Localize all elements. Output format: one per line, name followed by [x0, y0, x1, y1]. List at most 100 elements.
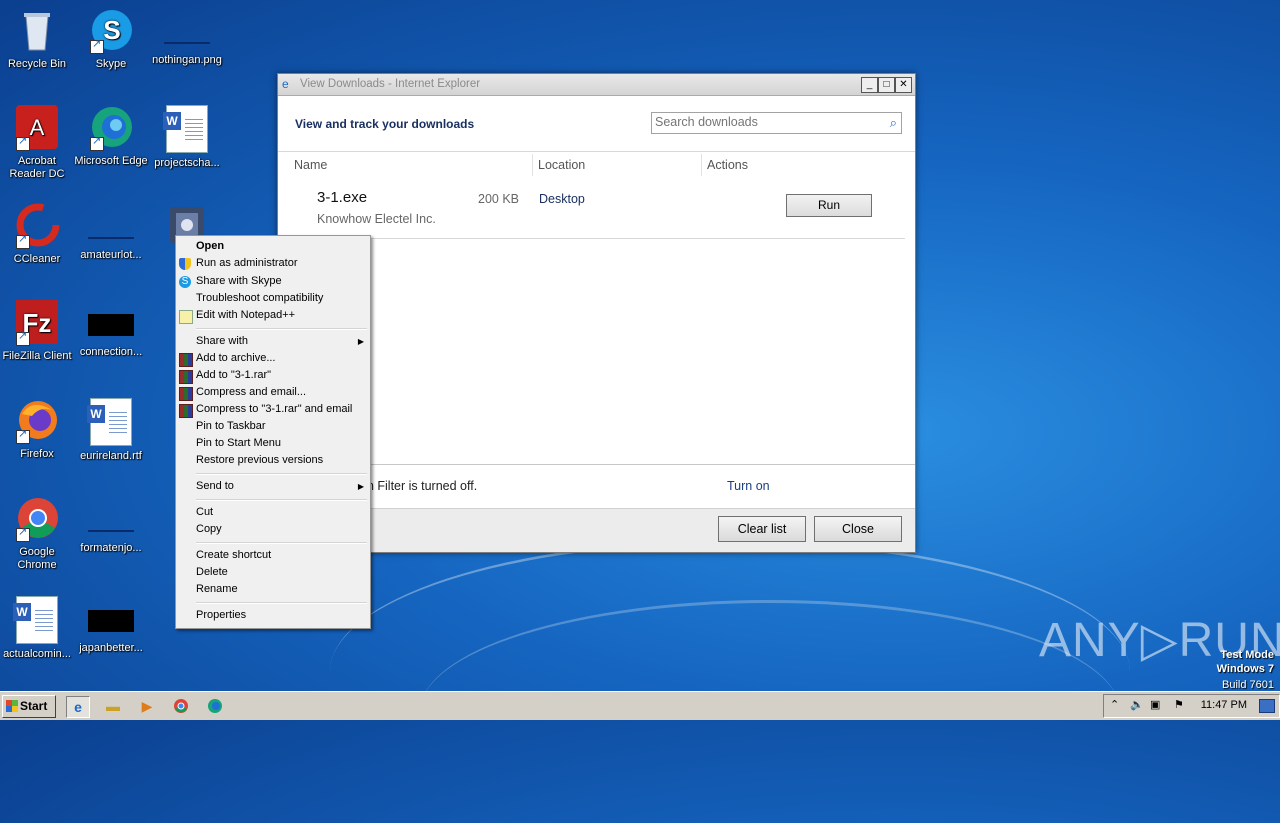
svg-text:S: S [103, 15, 120, 45]
start-button[interactable]: Start [2, 695, 56, 718]
submenu-arrow-icon: ▶ [357, 337, 364, 346]
menu-separator [196, 328, 367, 330]
close-button[interactable]: Close [814, 516, 902, 542]
menu-item-properties[interactable]: Properties [176, 607, 370, 624]
menu-item-pin-start[interactable]: Pin to Start Menu [176, 435, 370, 452]
window-footer: Clear list Close [278, 508, 915, 552]
menu-item-compress-rar-email[interactable]: Compress to "3-1.rar" and email [176, 401, 370, 418]
menu-item-open[interactable]: Open [176, 238, 370, 255]
notepad-icon [179, 310, 193, 324]
menu-item-share-skype[interactable]: S Share with Skype [176, 273, 370, 290]
search-icon[interactable]: ⌕ [890, 115, 897, 131]
edge-icon [88, 105, 134, 151]
recycle-bin-icon [14, 8, 60, 54]
column-name[interactable]: Name [294, 158, 327, 172]
desktop-icon-projectscha[interactable]: W projectscha... [150, 105, 224, 170]
desktop-icon-recycle-bin[interactable]: Recycle Bin [0, 8, 74, 71]
taskbar-internet-explorer-icon[interactable]: e [66, 696, 90, 718]
menu-item-add-to-rar[interactable]: Add to "3-1.rar" [176, 367, 370, 384]
menu-item-rename[interactable]: Rename [176, 581, 370, 598]
winrar-icon [179, 370, 193, 384]
column-actions[interactable]: Actions [707, 158, 748, 172]
menu-item-add-archive[interactable]: Add to archive... [176, 350, 370, 367]
menu-item-run-as-admin[interactable]: Run as administrator [176, 255, 370, 272]
file-icon [88, 510, 134, 532]
desktop-icon-amateurlot[interactable]: amateurlot... [74, 203, 148, 262]
action-center-flag-icon[interactable]: ⚑ [1174, 698, 1184, 711]
ccleaner-icon [14, 203, 60, 249]
downloads-heading: View and track your downloads [295, 117, 475, 131]
windows-version-label: Windows 7 [1216, 663, 1274, 675]
menu-item-pin-taskbar[interactable]: Pin to Taskbar [176, 418, 370, 435]
menu-item-compress-email[interactable]: Compress and email... [176, 384, 370, 401]
system-tray: ⌃ 🔈 ▣ ⚑ 11:47 PM [1103, 694, 1280, 718]
word-doc-icon: W [87, 398, 132, 446]
column-location[interactable]: Location [538, 158, 585, 172]
column-divider[interactable] [532, 154, 533, 176]
menu-item-delete[interactable]: Delete [176, 564, 370, 581]
menu-item-copy[interactable]: Copy [176, 521, 370, 538]
desktop-icon-formatenjo[interactable]: formatenjo... [74, 496, 148, 555]
view-downloads-window: e View Downloads - Internet Explorer _ □… [277, 73, 916, 553]
taskbar-edge-icon[interactable] [204, 696, 226, 716]
download-filename: 3-1.exe [317, 189, 368, 206]
desktop-icon-actualcomin[interactable]: W actualcomin... [0, 596, 74, 661]
desktop-icon-connection[interactable]: connection... [74, 300, 148, 359]
test-mode-label: Test Mode [1220, 649, 1274, 661]
taskbar: Start e ▬ ▶ ⌃ 🔈 ▣ ⚑ 11:47 PM [0, 691, 1280, 720]
window-titlebar[interactable]: e View Downloads - Internet Explorer _ □… [278, 74, 915, 96]
taskbar-chrome-icon[interactable] [170, 696, 192, 716]
minimize-button[interactable]: _ [861, 77, 878, 93]
volume-icon[interactable]: 🔈 [1130, 698, 1144, 711]
window-title: View Downloads - Internet Explorer [300, 78, 481, 90]
menu-separator [196, 602, 367, 604]
svg-text:A: A [30, 115, 45, 140]
menu-item-notepadpp[interactable]: Edit with Notepad++ [176, 307, 370, 324]
download-row[interactable]: 3-1.exe Knowhow Electel Inc. 200 KB Desk… [288, 182, 905, 239]
search-input[interactable] [652, 113, 875, 131]
taskbar-media-player-icon[interactable]: ▶ [136, 696, 158, 716]
show-desktop-icon[interactable] [1259, 699, 1275, 713]
desktop-icon-japanbetter[interactable]: japanbetter... [74, 596, 148, 655]
desktop-icon-filezilla[interactable]: Fz FileZilla Client [0, 300, 74, 363]
desktop-icon-edge[interactable]: Microsoft Edge [74, 105, 148, 168]
menu-item-restore-versions[interactable]: Restore previous versions [176, 452, 370, 469]
desktop-icon-chrome[interactable]: Google Chrome [0, 496, 74, 572]
menu-item-share-with[interactable]: Share with ▶ [176, 333, 370, 350]
desktop-icon-eurireland[interactable]: W eurireland.rtf [74, 398, 148, 463]
word-doc-icon: W [163, 105, 208, 153]
download-publisher: Knowhow Electel Inc. [317, 212, 436, 226]
column-headers: Name Location Actions [278, 152, 915, 180]
winrar-icon [179, 387, 193, 401]
desktop-icon-skype[interactable]: S Skype [74, 8, 148, 71]
clear-list-button[interactable]: Clear list [718, 516, 806, 542]
column-divider[interactable] [701, 154, 702, 176]
turn-on-link[interactable]: Turn on [727, 479, 770, 493]
network-icon[interactable]: ▣ [1150, 698, 1160, 711]
run-button[interactable]: Run [786, 194, 872, 217]
filter-status-text: en Filter is turned off. [360, 479, 478, 493]
desktop-icon-acrobat[interactable]: A Acrobat Reader DC [0, 105, 74, 181]
download-location-link[interactable]: Desktop [539, 192, 585, 206]
menu-separator [196, 499, 367, 501]
winrar-icon [179, 404, 193, 418]
desktop-icon-nothingan[interactable]: nothingan.png [150, 8, 224, 67]
maximize-button[interactable]: □ [878, 77, 895, 93]
acrobat-icon: A [14, 105, 60, 151]
skype-icon: S [179, 276, 191, 288]
build-label: Build 7601 [1222, 679, 1274, 691]
desktop-icon-ccleaner[interactable]: CCleaner [0, 203, 74, 266]
close-window-button[interactable]: ✕ [895, 77, 912, 93]
show-hidden-icons-icon[interactable]: ⌃ [1110, 698, 1119, 711]
menu-item-troubleshoot[interactable]: Troubleshoot compatibility [176, 290, 370, 307]
downloads-header: View and track your downloads ⌕ [278, 96, 915, 152]
menu-item-cut[interactable]: Cut [176, 504, 370, 521]
clock[interactable]: 11:47 PM [1201, 699, 1247, 711]
taskbar-explorer-icon[interactable]: ▬ [102, 696, 124, 716]
search-box[interactable]: ⌕ [651, 112, 902, 134]
menu-item-send-to[interactable]: Send to ▶ [176, 478, 370, 495]
menu-item-create-shortcut[interactable]: Create shortcut [176, 547, 370, 564]
submenu-arrow-icon: ▶ [357, 482, 364, 491]
desktop-icon-firefox[interactable]: Firefox [0, 398, 74, 461]
winrar-icon [179, 353, 193, 367]
